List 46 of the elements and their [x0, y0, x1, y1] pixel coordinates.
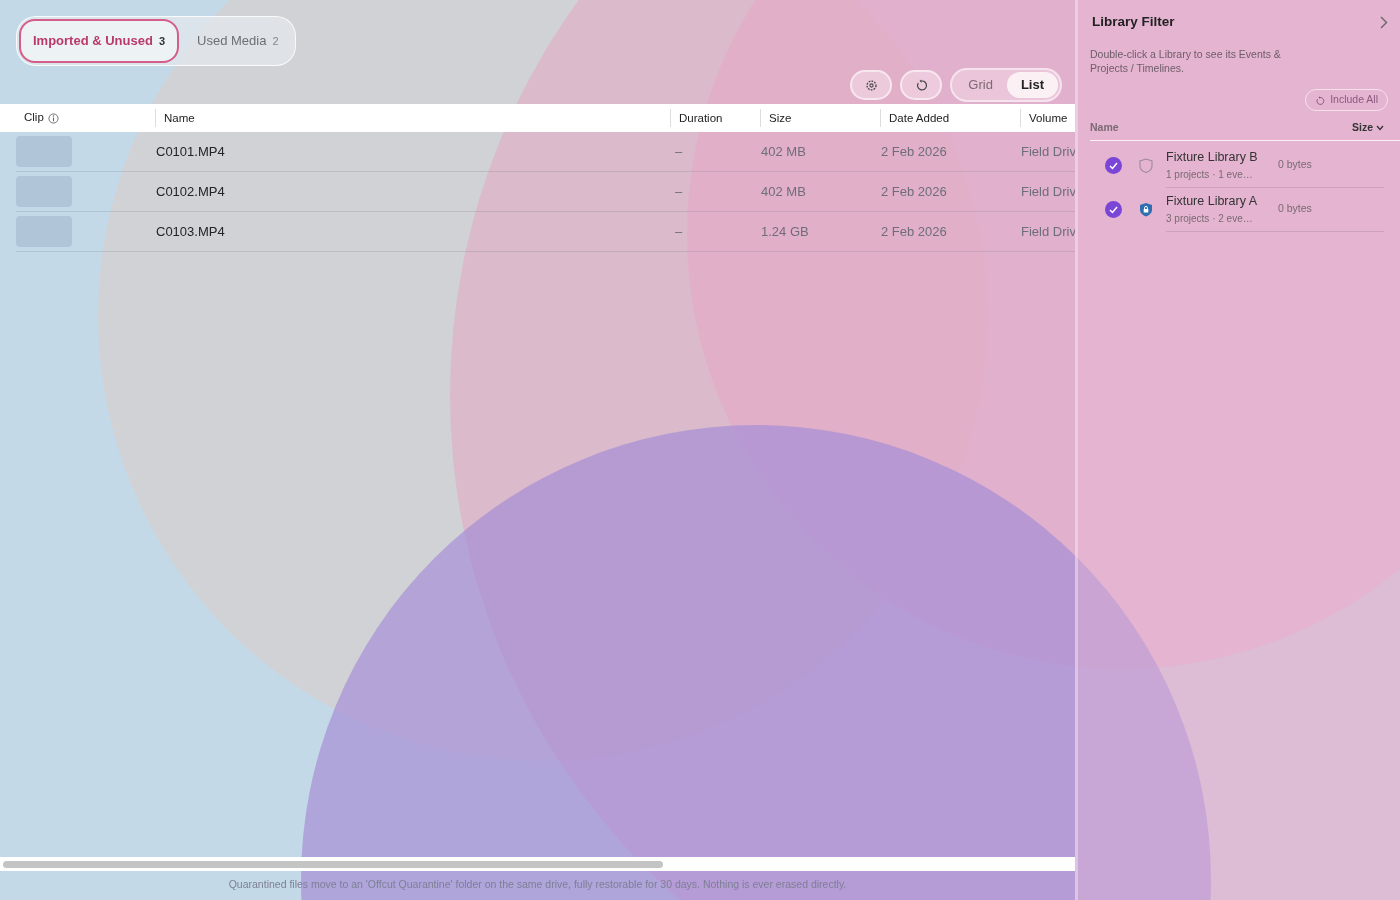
table-cell: 1.24 GB [761, 223, 809, 239]
table-cell: 402 MB [761, 143, 806, 159]
info-icon[interactable] [47, 112, 59, 124]
table-cell: 2 Feb 2026 [881, 223, 947, 239]
segment-tab[interactable]: Imported & Unused 3 [19, 19, 180, 63]
column-header[interactable]: Duration [670, 109, 760, 127]
table-cell: 2 Feb 2026 [881, 183, 947, 199]
library-size: 0 bytes [1278, 201, 1312, 217]
table-cell: – [675, 143, 683, 159]
table-cell: C0101.MP4 [156, 143, 225, 159]
checkmark-icon [1109, 205, 1118, 214]
chevron-down-icon [1376, 125, 1384, 132]
segment-tab[interactable]: Used Media 2 [183, 19, 293, 63]
column-header[interactable]: Date Added [880, 109, 1020, 127]
checkmark-icon [1109, 161, 1118, 170]
column-header[interactable]: Size [760, 109, 880, 127]
table-cell: 2 Feb 2026 [881, 143, 947, 159]
horizontal-scrollbar[interactable] [0, 857, 1075, 871]
column-header[interactable]: Clip [24, 109, 44, 127]
table-cell: C0102.MP4 [156, 183, 225, 199]
shield-icon[interactable] [1139, 158, 1153, 174]
table-cell: Field Driv [1021, 223, 1075, 239]
library-size: 0 bytes [1278, 157, 1312, 173]
table-cell: C0103.MP4 [156, 223, 225, 239]
library-summary: 3 projects · 2 eve… [1166, 212, 1254, 227]
table-cell: 402 MB [761, 183, 806, 199]
panel-title: Library Filter [1092, 12, 1175, 31]
panel-description: Double-click a Library to see its Events & Projects / Timelines. [1090, 48, 1282, 76]
refresh-icon [914, 78, 928, 92]
library-name[interactable]: Fixture Library A [1166, 192, 1278, 212]
table-cell: – [675, 223, 683, 239]
library-name[interactable]: Fixture Library B [1166, 148, 1278, 168]
column-header[interactable]: Name [155, 109, 670, 127]
library-summary: 1 projects · 1 eve… [1166, 168, 1254, 183]
table-cell: – [675, 183, 683, 199]
refresh-icon [1315, 95, 1326, 106]
footer-note: Quarantined files move to an 'Offcut Quarantine' folder on the same drive, fully restorable for 30 days. Nothing is ever erased directly. [227, 877, 848, 892]
locked-shield-icon[interactable] [1139, 202, 1153, 218]
chevron-right-icon [1380, 16, 1388, 30]
column-header[interactable]: Size [1352, 120, 1384, 136]
refresh-button[interactable] [900, 70, 943, 100]
column-header[interactable]: Volume [1020, 109, 1075, 127]
table-cell: Field Driv [1021, 183, 1075, 199]
settings-icon [864, 78, 878, 92]
settings-button[interactable] [850, 70, 893, 100]
table-cell: Field Driv [1021, 143, 1075, 159]
